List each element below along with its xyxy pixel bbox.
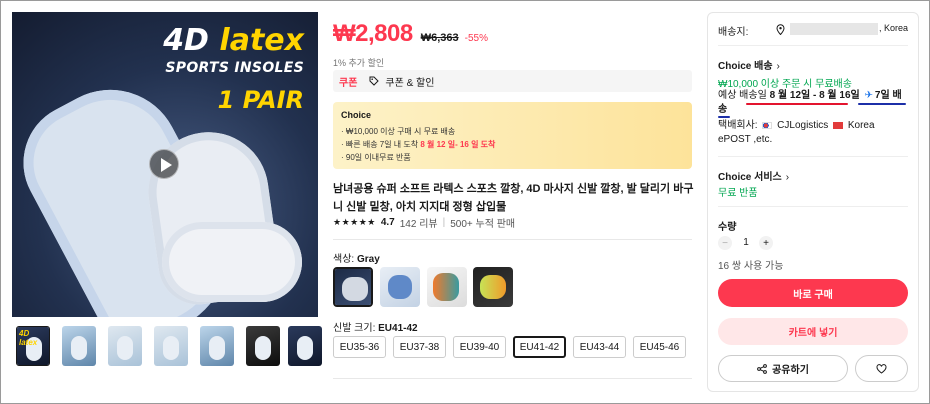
size-option-eu45-46[interactable]: EU45-46 — [633, 336, 686, 358]
carrier-cj: CJLogistics — [777, 120, 829, 131]
ship-to-label: 배송지: — [718, 27, 749, 38]
airplane-icon: ✈ — [864, 90, 873, 101]
choice-delivery-label: Choice 배송 — [718, 61, 773, 72]
quantity-value[interactable]: 1 — [740, 237, 752, 248]
share-icon — [757, 363, 767, 374]
quantity-label: 수량 — [718, 222, 737, 233]
add-to-cart-button[interactable]: 카트에 넣기 — [718, 318, 908, 345]
size-option-eu41-42[interactable]: EU41-42 — [513, 336, 566, 358]
extra-discount: 1% 추가 할인 — [333, 58, 385, 68]
size-label-text: 신발 크기: — [333, 323, 376, 334]
location-pin-icon — [776, 24, 785, 35]
discount-percent: -55% — [464, 33, 488, 44]
korea-post-logo-icon — [833, 121, 844, 129]
eta-label: 예상 배송일 — [718, 90, 767, 101]
play-icon[interactable] — [149, 149, 179, 179]
choice-fast-delivery: · 빠른 배송 7일 내 도착 8 월 12 일- 16 일 도착 — [341, 138, 692, 151]
headline-1-pair: 1 PAIR — [217, 86, 304, 114]
headline-latex: latex — [219, 23, 304, 58]
swatch-green[interactable] — [473, 267, 513, 307]
choice-service-title[interactable]: Choice 서비스 › — [718, 168, 789, 183]
headline-4d: 4D — [163, 23, 209, 58]
chevron-right-icon: › — [785, 172, 790, 183]
size-label: 신발 크기: EU41-42 — [333, 319, 418, 334]
coupon-label: 쿠폰 & 할인 — [385, 77, 435, 89]
divider — [718, 45, 908, 46]
chevron-right-icon: › — [776, 61, 780, 72]
image-headline: 4D latex SPORTS INSOLES 1 PAIR — [163, 23, 304, 115]
carrier-label: 택배회사: — [718, 120, 758, 131]
address-redacted[interactable] — [790, 23, 878, 35]
thumbnail-6[interactable] — [246, 326, 280, 366]
color-label: 색상: Gray — [333, 250, 380, 265]
thumbnail-7[interactable] — [288, 326, 322, 366]
share-label: 공유하기 — [772, 365, 809, 376]
coupon-bar[interactable]: 쿠폰 쿠폰 & 할인 — [333, 70, 692, 92]
heart-icon — [876, 363, 887, 374]
size-option-eu39-40[interactable]: EU39-40 — [453, 336, 506, 358]
size-option-eu35-36[interactable]: EU35-36 — [333, 336, 386, 358]
star-rating-icon: ★★★★★ — [333, 216, 376, 227]
free-return-note: 무료 반품 — [718, 188, 758, 199]
product-title: 남녀공용 슈퍼 소프트 라텍스 스포츠 깔창, 4D 마사지 신발 깔창, 발 … — [333, 183, 694, 213]
rating-value: 4.7 — [380, 216, 395, 228]
choice-service-label: Choice 서비스 — [718, 172, 782, 183]
thumbnail-strip: 4D latex — [16, 326, 322, 366]
annotation-underline-blue — [858, 103, 906, 105]
annotation-underline-red — [746, 103, 848, 105]
thumbnail-4[interactable] — [154, 326, 188, 366]
choice-free-shipping: · ₩10,000 이상 구매 시 무료 배송 — [341, 127, 456, 136]
divider — [718, 156, 908, 157]
wishlist-button[interactable] — [855, 355, 908, 382]
thumbnail-5[interactable] — [200, 326, 234, 366]
cj-logo-icon — [762, 121, 773, 129]
quantity-decrease-button[interactable]: − — [718, 236, 732, 250]
size-option-eu37-38[interactable]: EU37-38 — [393, 336, 446, 358]
thumbnail-2[interactable] — [62, 326, 96, 366]
insole-illustration — [162, 222, 302, 302]
divider — [333, 239, 692, 240]
share-button[interactable]: 공유하기 — [718, 355, 848, 382]
carrier-korea: Korea — [847, 120, 875, 131]
thumbnail-label: 4D latex — [19, 329, 38, 347]
quantity-available: 16 쌍 사용 가능 — [718, 261, 784, 272]
headline-sports-insoles: SPORTS INSOLES — [165, 60, 304, 76]
eta-dates: 8 월 12일 - 8 월 16일 — [769, 90, 860, 101]
main-product-image[interactable]: 4D latex SPORTS INSOLES 1 PAIR — [12, 12, 318, 317]
choice-fast-delivery-text: · 빠른 배송 7일 내 도착 — [341, 140, 419, 149]
choice-free-return: · 90일 이내무료 반품 — [341, 153, 411, 162]
swatch-gray[interactable] — [333, 267, 373, 307]
address-country: , Korea — [879, 23, 909, 33]
price-row: ₩2,808 ₩6,363 -55% — [333, 20, 488, 50]
free-shipping-note: ₩10,000 이상 주문 시 무료배송 — [718, 79, 852, 90]
divider — [718, 206, 908, 207]
choice-benefits-box: Choice · ₩10,000 이상 구매 시 무료 배송 · 빠른 배송 7… — [333, 102, 692, 169]
tag-icon — [369, 76, 380, 86]
divider — [333, 378, 692, 379]
current-price: ₩2,808 — [333, 20, 413, 47]
swatch-blue[interactable] — [380, 267, 420, 307]
choice-delivery-title[interactable]: Choice 배송 › — [718, 57, 780, 72]
choice-delivery-dates: 8 월 12 일- 16 일 도착 — [420, 140, 496, 149]
original-price: ₩6,363 — [420, 32, 459, 44]
annotation-underline-blue — [718, 116, 730, 118]
coupon-tag: 쿠폰 — [339, 77, 358, 89]
carrier-info: 택배회사: CJLogistics Korea ePOST ,etc. — [718, 119, 906, 147]
quantity-increase-button[interactable]: + — [759, 236, 773, 250]
rating-row[interactable]: ★★★★★ 4.7 142 리뷰 | 500+ 누적 판매 — [333, 215, 516, 230]
review-count[interactable]: 142 리뷰 — [400, 215, 438, 230]
buy-now-button[interactable]: 바로 구매 — [718, 279, 908, 307]
thumbnail-3[interactable] — [108, 326, 142, 366]
separator: | — [442, 216, 446, 228]
swatch-orange[interactable] — [427, 267, 467, 307]
choice-title: Choice — [341, 110, 372, 120]
selected-size: EU41-42 — [378, 323, 418, 334]
thumbnail-1[interactable]: 4D latex — [16, 326, 50, 366]
sold-count: 500+ 누적 판매 — [450, 218, 516, 230]
color-label-text: 색상: — [333, 254, 355, 265]
size-option-eu43-44[interactable]: EU43-44 — [573, 336, 626, 358]
carrier-epost: ePOST ,etc. — [718, 134, 773, 145]
selected-color: Gray — [356, 254, 380, 265]
